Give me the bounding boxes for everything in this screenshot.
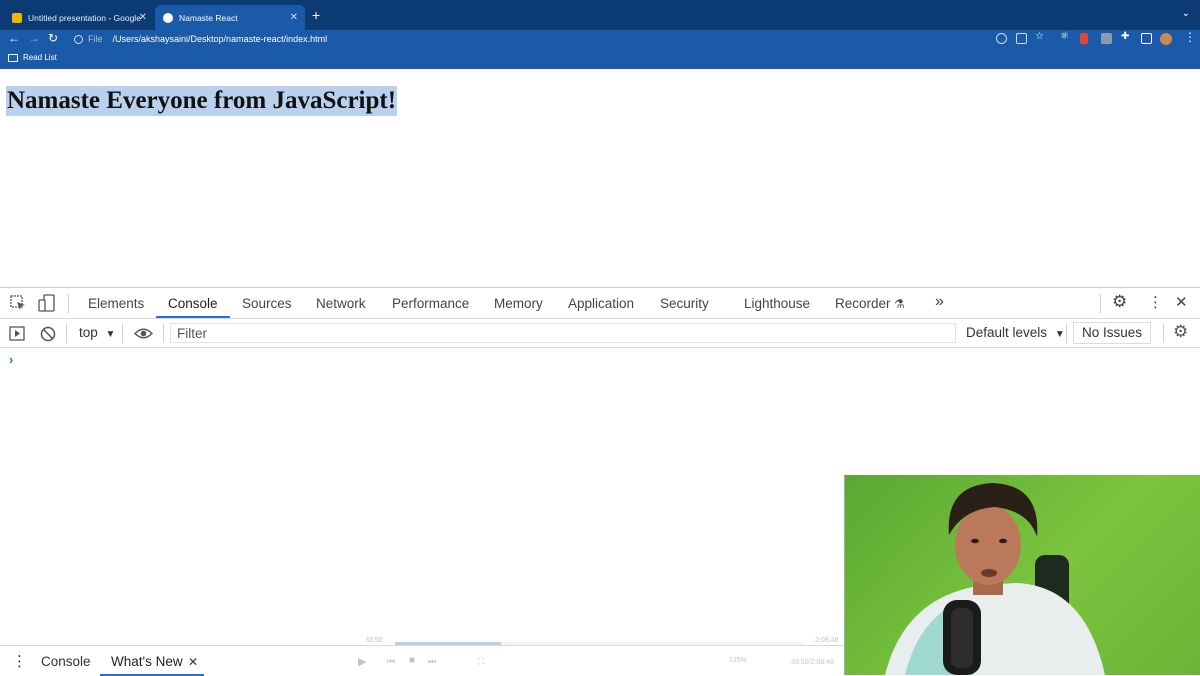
console-toolbar: top ▼ Default levels ▼ No Issues ⚙ <box>0 319 1200 348</box>
seek-bar[interactable] <box>395 642 803 645</box>
url-text: /Users/akshaysaini/Desktop/namaste-react… <box>112 34 328 44</box>
more-tabs-icon[interactable]: » <box>935 293 944 311</box>
inspect-icon[interactable] <box>10 295 26 311</box>
divider <box>1100 294 1101 313</box>
clear-console-icon[interactable] <box>40 326 56 342</box>
divider <box>122 324 123 343</box>
star-icon[interactable]: ☆ <box>1035 31 1046 42</box>
tab-security[interactable]: Security <box>660 296 709 311</box>
puzzle-icon[interactable]: ✚ <box>1121 31 1132 42</box>
divider <box>68 294 69 313</box>
chevron-down-icon[interactable]: ⌄ <box>1182 8 1190 19</box>
device-toggle-icon[interactable] <box>38 294 56 312</box>
eye-icon[interactable] <box>134 327 153 340</box>
avatar[interactable] <box>1160 33 1172 45</box>
seek-bar-fill <box>395 642 502 645</box>
tab-lighthouse[interactable]: Lighthouse <box>744 296 810 311</box>
tab-google-slides[interactable]: Untitled presentation - Google ✕ <box>4 5 154 30</box>
webcam-overlay <box>844 475 1200 675</box>
elapsed-time: 33:50 <box>791 659 809 666</box>
kebab-menu-icon[interactable]: ⋮ <box>1148 293 1163 311</box>
presenter-video <box>885 483 1105 675</box>
log-levels-dropdown[interactable]: Default levels ▼ <box>966 325 1065 340</box>
tab-title: Namaste React <box>179 12 238 23</box>
new-tab-button[interactable]: + <box>312 7 320 23</box>
menu-icon[interactable]: ⋮ <box>1184 30 1196 44</box>
reload-icon[interactable]: ↻ <box>48 31 58 45</box>
fullscreen-icon[interactable]: ⛶ <box>478 656 484 667</box>
speed-label: 125% <box>729 657 747 664</box>
tab-recorder[interactable]: Recorder <box>835 296 891 311</box>
url-scheme: File <box>88 34 103 44</box>
extension-icon[interactable] <box>1101 33 1112 44</box>
elapsed-time: 33:50 <box>365 637 383 644</box>
drawer-menu-icon[interactable]: ⋮ <box>12 652 27 670</box>
address-bar[interactable]: File /Users/akshaysaini/Desktop/namaste-… <box>68 31 1058 47</box>
page-heading: Namaste Everyone from JavaScript! <box>6 86 398 116</box>
drawer-tab-whats-new[interactable]: What's New <box>111 654 183 669</box>
drawer-tab-console[interactable]: Console <box>41 654 91 669</box>
stop-icon[interactable]: ■ <box>409 655 415 666</box>
duration-time: 2:08:48 <box>815 637 839 644</box>
browser-toolbar: ← → ↻ File /Users/akshaysaini/Desktop/na… <box>0 30 1200 48</box>
share-icon[interactable] <box>1016 33 1027 44</box>
context-selector[interactable]: top ▼ <box>79 325 115 340</box>
settings-gear-icon[interactable]: ⚙ <box>1112 292 1127 312</box>
side-panel-icon[interactable] <box>1141 33 1152 44</box>
close-icon[interactable]: ✕ <box>188 655 198 669</box>
issues-button[interactable]: No Issues <box>1073 322 1151 344</box>
info-icon[interactable] <box>74 34 83 44</box>
close-icon[interactable]: ✕ <box>290 12 298 23</box>
log-levels-value: Default levels <box>966 325 1048 340</box>
bookmark-label: Read List <box>23 53 57 62</box>
play-icon[interactable]: ▶ <box>358 655 366 668</box>
divider <box>1066 324 1067 343</box>
tab-title: Untitled presentation - Google <box>28 12 141 23</box>
bookmark-read-list[interactable]: Read List <box>8 53 57 62</box>
tab-network[interactable]: Network <box>316 296 366 311</box>
slides-icon <box>12 12 22 23</box>
tab-console[interactable]: Console <box>168 296 218 311</box>
console-settings-gear-icon[interactable]: ⚙ <box>1173 322 1188 342</box>
dropdown-arrow-icon: ▼ <box>105 329 116 340</box>
console-prompt[interactable]: › <box>9 352 13 367</box>
page-viewport: Namaste Everyone from JavaScript! <box>0 69 1200 287</box>
bookmarks-bar: Read List <box>0 48 1200 69</box>
flask-icon: ⚗ <box>894 297 905 311</box>
tab-namaste-react[interactable]: Namaste React ✕ <box>155 5 305 30</box>
skip-back-icon[interactable]: ⏮ <box>387 656 395 667</box>
sidebar-toggle-icon[interactable] <box>9 326 25 341</box>
forward-icon[interactable]: → <box>28 31 40 45</box>
duration-time: 2:08:48 <box>810 659 834 666</box>
back-icon[interactable]: ← <box>8 31 20 45</box>
close-devtools-icon[interactable]: ✕ <box>1175 293 1188 311</box>
tab-memory[interactable]: Memory <box>494 296 543 311</box>
extension-icon[interactable] <box>1080 33 1088 44</box>
divider <box>163 324 164 343</box>
tab-application[interactable]: Application <box>568 296 634 311</box>
filter-input[interactable] <box>170 323 956 343</box>
tab-sources[interactable]: Sources <box>242 296 292 311</box>
dropdown-arrow-icon: ▼ <box>1054 329 1065 340</box>
zoom-icon[interactable] <box>996 33 1007 44</box>
folder-icon <box>8 53 18 62</box>
time-readout: 33:50/2:08:48 <box>791 659 834 666</box>
react-devtools-icon[interactable]: ⚛ <box>1060 31 1071 42</box>
tab-strip: Untitled presentation - Google ✕ Namaste… <box>0 0 1200 30</box>
active-tab-indicator <box>156 316 230 318</box>
skip-forward-icon[interactable]: ⏭ <box>428 656 436 667</box>
devtools-tab-bar: Elements Console Sources Network Perform… <box>0 288 1200 319</box>
tab-elements[interactable]: Elements <box>88 296 144 311</box>
globe-icon <box>163 12 173 23</box>
tab-performance[interactable]: Performance <box>392 296 469 311</box>
context-value: top <box>79 325 98 340</box>
divider <box>66 324 67 343</box>
close-icon[interactable]: ✕ <box>139 12 147 23</box>
video-player-controls: 33:50 2:08:48 ▶ ⏮ ■ ⏭ ⛶ 125% 33:50/2:08:… <box>355 637 845 675</box>
divider <box>1163 324 1164 343</box>
